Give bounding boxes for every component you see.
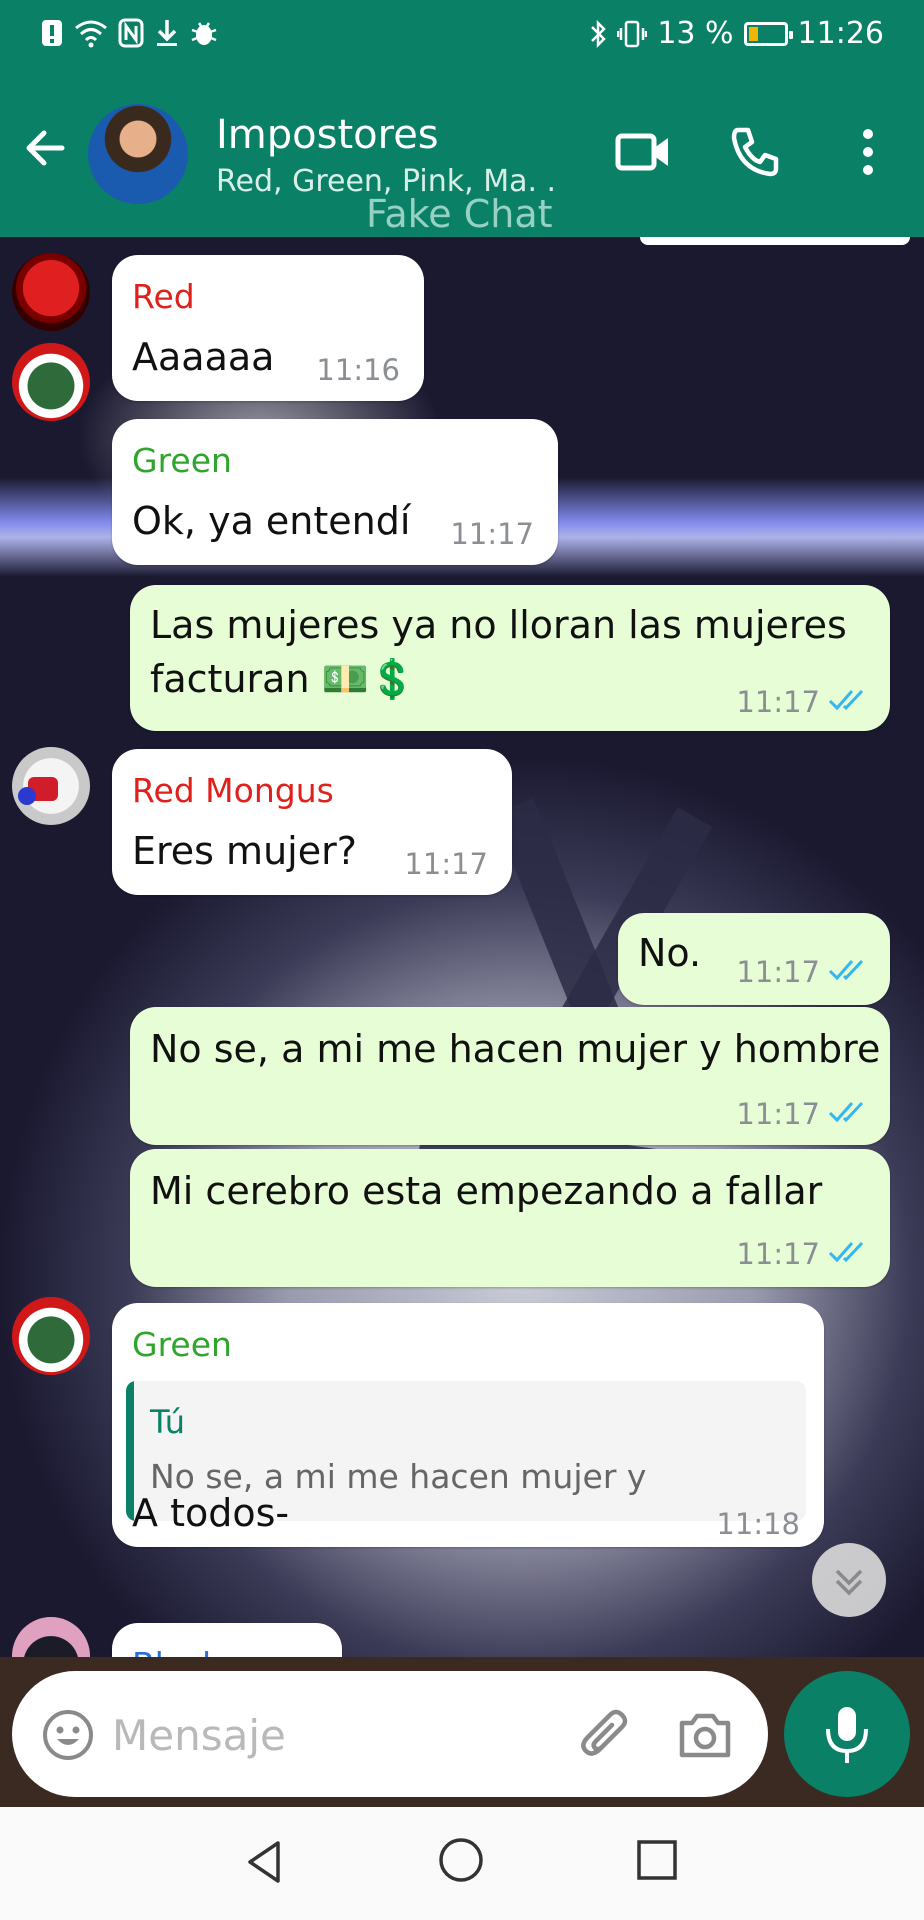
download-icon: [157, 20, 177, 46]
back-arrow-icon[interactable]: [20, 122, 72, 174]
nav-recents-icon[interactable]: [634, 1837, 680, 1883]
chat-header: Impostores Red, Green, Pink, Ma. . Fake …: [0, 72, 924, 237]
message-bubble[interactable]: Green Ok, ya entendí 11:17: [112, 419, 558, 565]
read-ticks-icon: [828, 689, 864, 711]
sender-name: Green: [132, 441, 232, 480]
message-input[interactable]: [112, 1705, 562, 1765]
message-text: No.: [638, 931, 702, 975]
message-bubble-outgoing[interactable]: Las mujeres ya no lloran las mujeres fac…: [130, 585, 890, 731]
sender-name: Red: [132, 277, 195, 316]
avatar-black[interactable]: [12, 1617, 90, 1657]
previous-bubble-edge: [640, 237, 910, 245]
watermark-text: Fake Chat: [366, 192, 553, 236]
battery-icon: [743, 21, 793, 46]
message-bubble-outgoing[interactable]: No. 11:17: [618, 913, 890, 1005]
status-bar: 13 % 11:26: [0, 0, 924, 72]
avatar-red-mongus[interactable]: [12, 747, 90, 825]
message-text-line1: Las mujeres ya no lloran las mujeres: [150, 603, 847, 647]
system-nav-bar: [0, 1807, 924, 1920]
message-composer: [12, 1671, 768, 1797]
message-bubble[interactable]: Red Aaaaaa 11:16: [112, 255, 424, 401]
bluetooth-icon: [591, 19, 607, 48]
avatar-red[interactable]: [12, 253, 90, 331]
camera-icon[interactable]: [676, 1707, 734, 1763]
message-time: 11:17: [736, 1237, 820, 1271]
avatar-green[interactable]: [12, 1297, 90, 1375]
group-avatar[interactable]: [86, 102, 190, 206]
message-text: No se, a mi me hacen mujer y hombre: [150, 1027, 881, 1071]
microphone-icon: [826, 1707, 868, 1763]
sender-name: Green: [132, 1325, 232, 1364]
message-bubble[interactable]: Red Mongus Eres mujer? 11:17: [112, 749, 512, 895]
phone-call-icon[interactable]: [726, 124, 782, 180]
message-text: A todos-: [132, 1491, 290, 1535]
message-bubble-outgoing[interactable]: No se, a mi me hacen mujer y hombre 11:1…: [130, 1007, 890, 1145]
avatar-green[interactable]: [12, 343, 90, 421]
message-time: 11:18: [716, 1507, 800, 1541]
group-title[interactable]: Impostores: [216, 112, 439, 158]
message-text-line2: facturan 💵💲: [150, 657, 417, 701]
wifi-icon: [75, 20, 107, 48]
message-text: Eres mujer?: [132, 829, 357, 873]
emoji-icon[interactable]: [42, 1709, 94, 1761]
message-time: 11:17: [736, 955, 820, 989]
nav-back-icon[interactable]: [240, 1837, 290, 1887]
video-call-icon[interactable]: [614, 124, 672, 180]
message-time: 11:17: [736, 685, 820, 719]
double-chevron-down-icon: [835, 1569, 863, 1596]
chat-app: 13 % 11:26 Impostores Red, Green, Pink, …: [0, 0, 924, 1920]
scroll-to-bottom-button[interactable]: [812, 1543, 886, 1617]
status-time: 11:26: [797, 16, 884, 51]
attach-icon[interactable]: [578, 1707, 634, 1763]
message-text: Aaaaaa: [132, 335, 275, 379]
read-ticks-icon: [828, 959, 864, 981]
alert-icon: [42, 20, 62, 46]
status-left-icons: [40, 18, 218, 48]
bug-icon: [191, 22, 217, 45]
message-time: 11:17: [450, 517, 534, 551]
read-ticks-icon: [828, 1241, 864, 1263]
battery-percent: 13 %: [657, 16, 734, 51]
battery-level-fill: [748, 26, 758, 41]
voice-record-button[interactable]: [784, 1671, 910, 1797]
nav-home-icon[interactable]: [436, 1835, 486, 1885]
message-bubble-outgoing[interactable]: Mi cerebro esta empezando a fallar 11:17: [130, 1149, 890, 1287]
message-time: 11:17: [736, 1097, 820, 1131]
avatar-figure: [18, 787, 36, 805]
message-text: Mi cerebro esta empezando a fallar: [150, 1169, 823, 1213]
more-options-icon[interactable]: [858, 124, 878, 180]
nfc-icon: [118, 18, 144, 48]
message-list[interactable]: Red Aaaaaa 11:16 Green Ok, ya entendí 11…: [0, 237, 924, 1657]
message-bubble[interactable]: Black: [112, 1623, 342, 1657]
sender-name: Red Mongus: [132, 771, 334, 810]
message-time: 11:17: [404, 847, 488, 881]
composer-bar: [0, 1657, 924, 1807]
reply-author: Tú: [150, 1403, 185, 1441]
vibrate-icon: [617, 20, 648, 47]
message-bubble[interactable]: Green Tú No se, a mi me hacen mujer y A …: [112, 1303, 824, 1547]
read-ticks-icon: [828, 1101, 864, 1123]
message-text: Ok, ya entendí: [132, 499, 411, 543]
status-right: 13 % 11:26: [589, 16, 884, 51]
sender-name: Black: [132, 1645, 221, 1657]
message-time: 11:16: [316, 353, 400, 387]
